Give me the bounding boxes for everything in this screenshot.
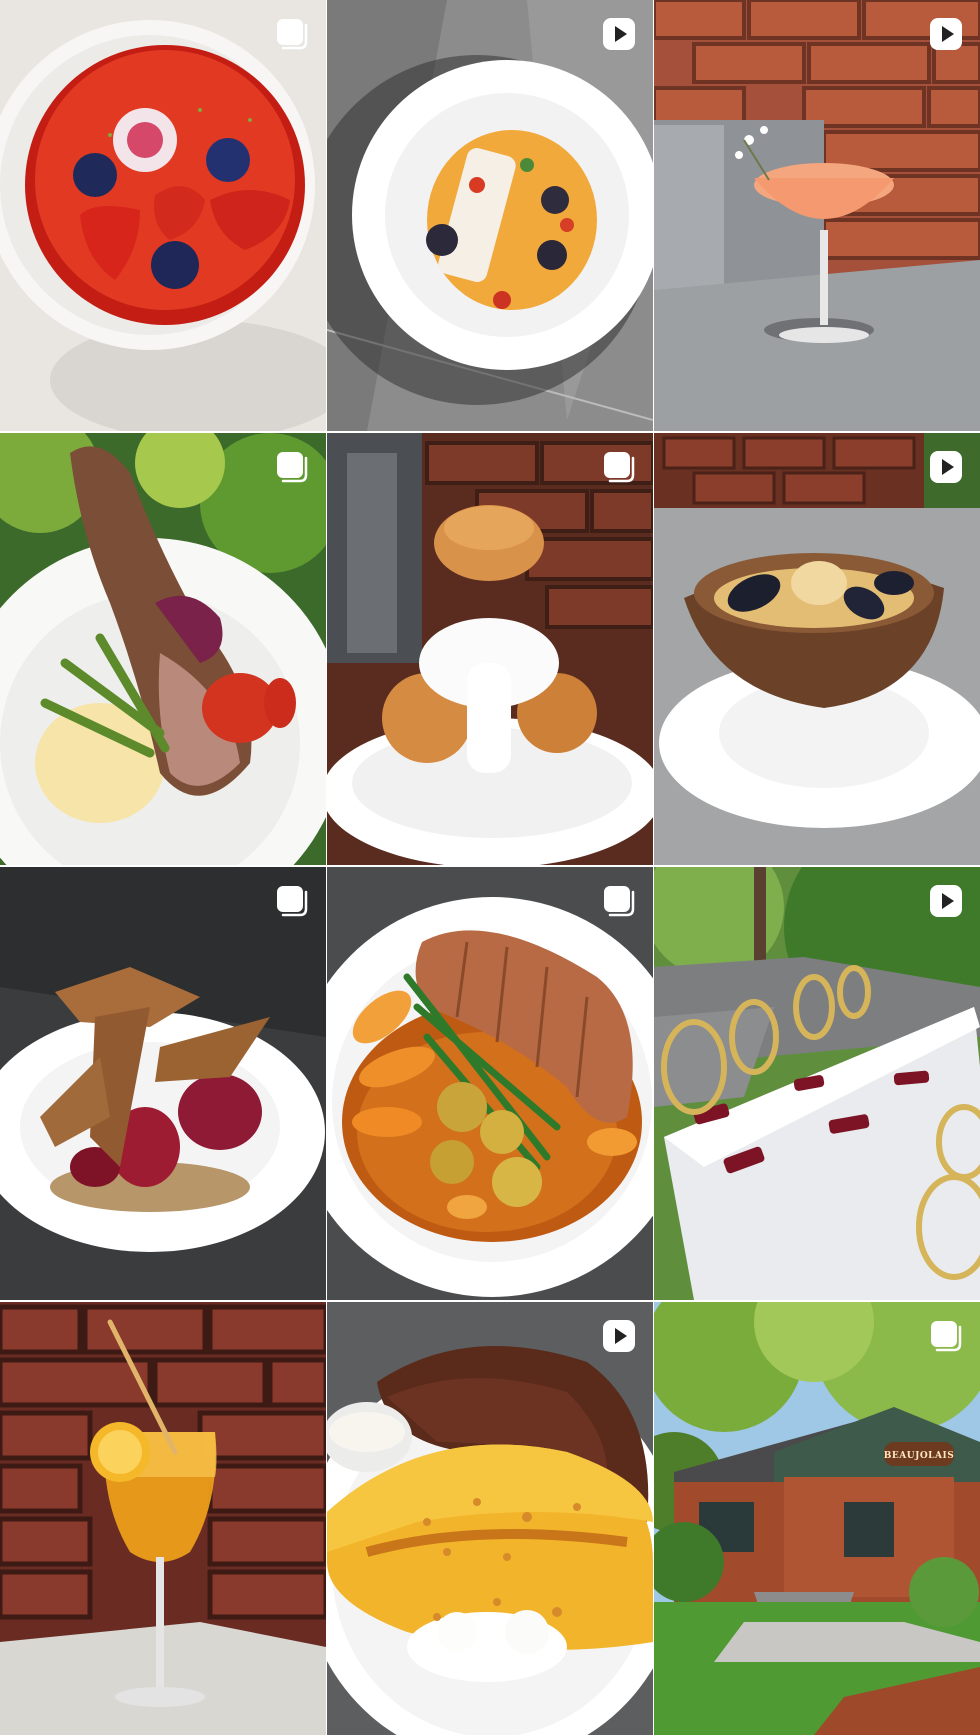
post-tile-lamb-chop[interactable] xyxy=(0,433,326,865)
post-tile-spritz-cocktail[interactable] xyxy=(0,1302,326,1735)
post-tile-outdoor-table[interactable] xyxy=(654,867,980,1300)
profile-post-grid: BEAUJOLAIS xyxy=(0,0,980,1735)
post-tile-mussels[interactable] xyxy=(654,433,980,865)
carousel-icon xyxy=(600,882,638,920)
post-tile-beet-dessert[interactable] xyxy=(0,867,326,1300)
reel-icon xyxy=(927,882,965,920)
spritz-cocktail-photo xyxy=(0,1302,326,1735)
lamb-chop-photo xyxy=(0,433,326,865)
choux-pastry-photo xyxy=(327,433,653,865)
mussels-photo xyxy=(654,433,980,865)
reel-icon xyxy=(927,15,965,53)
post-tile-berry-dessert[interactable] xyxy=(0,0,326,431)
fish-dish-photo xyxy=(327,0,653,431)
restaurant-sign: BEAUJOLAIS xyxy=(884,1451,954,1461)
reel-icon xyxy=(600,1317,638,1355)
post-tile-duck-breast[interactable] xyxy=(327,867,653,1300)
post-tile-restaurant-exterior[interactable]: BEAUJOLAIS xyxy=(654,1302,980,1735)
duck-breast-photo xyxy=(327,867,653,1300)
carousel-icon xyxy=(273,448,311,486)
outdoor-table-photo xyxy=(654,867,980,1300)
post-tile-coupe-cocktail[interactable] xyxy=(654,0,980,431)
carousel-icon xyxy=(273,15,311,53)
carousel-icon xyxy=(273,882,311,920)
post-tile-butter-cake[interactable] xyxy=(327,1302,653,1735)
reel-icon xyxy=(927,448,965,486)
coupe-cocktail-photo xyxy=(654,0,980,431)
post-tile-choux-pastry[interactable] xyxy=(327,433,653,865)
berry-dessert-photo xyxy=(0,0,326,431)
beet-dessert-photo xyxy=(0,867,326,1300)
restaurant-exterior-photo: BEAUJOLAIS xyxy=(654,1302,980,1735)
post-tile-fish-dish[interactable] xyxy=(327,0,653,431)
butter-cake-photo xyxy=(327,1302,653,1735)
carousel-icon xyxy=(600,448,638,486)
reel-icon xyxy=(600,15,638,53)
carousel-icon xyxy=(927,1317,965,1355)
